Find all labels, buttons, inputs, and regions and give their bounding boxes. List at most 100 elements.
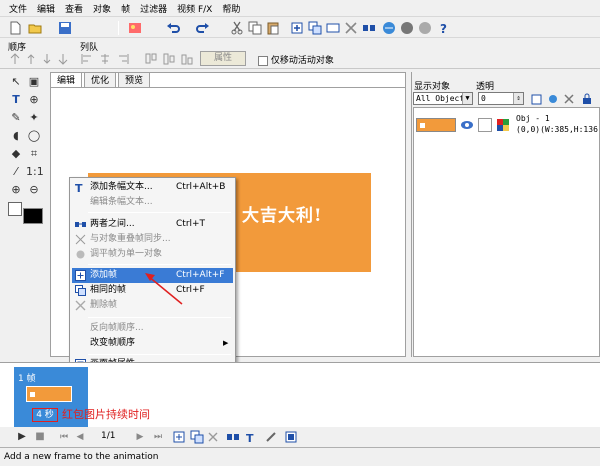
rotate-tool-icon[interactable]: ⊕: [26, 92, 42, 108]
menu-item-edit-banner-text[interactable]: 编辑条幅文本...: [72, 195, 233, 210]
object-properties-icon[interactable]: [546, 92, 560, 106]
paste-icon[interactable]: [266, 21, 280, 35]
menu-video-fx[interactable]: 视频 F/X: [172, 2, 217, 15]
tween-timeline-icon[interactable]: [226, 430, 240, 444]
object-filter-select[interactable]: All Object: ▼: [413, 92, 473, 105]
spin-icon[interactable]: ⇕: [513, 93, 523, 104]
align-bottom-icon[interactable]: [180, 52, 194, 66]
align-left-icon[interactable]: [80, 52, 94, 66]
playback-bar: ▶ ■ ⏮ ◀ 1/1 ▶ ⏭ T: [0, 427, 600, 447]
align-middle-icon[interactable]: [162, 52, 176, 66]
undo-icon[interactable]: [166, 21, 180, 35]
duplicate-frame-toolbar-icon[interactable]: [308, 21, 322, 35]
menu-file[interactable]: 文件: [4, 2, 32, 15]
wizard-icon[interactable]: [418, 21, 432, 35]
status-bar: Add a new frame to the animation: [0, 447, 600, 466]
text-tool-icon[interactable]: T: [8, 92, 24, 108]
play-icon[interactable]: ▶: [14, 429, 30, 445]
crop-select-icon[interactable]: ▣: [26, 74, 42, 90]
thumb-icon: [420, 123, 425, 128]
menu-help[interactable]: 帮助: [217, 2, 245, 15]
insert-image-icon[interactable]: [128, 21, 142, 35]
zoom-out-icon[interactable]: ⊖: [26, 182, 42, 198]
object-color-icon[interactable]: [496, 118, 510, 132]
select-arrow-icon[interactable]: ↖: [8, 74, 24, 90]
bring-forward-icon[interactable]: [24, 52, 38, 66]
menu-item-flatten[interactable]: 调平帧为单一对象: [72, 247, 233, 262]
object-thumbnail[interactable]: [416, 118, 456, 132]
menu-item-add-banner-text[interactable]: T 添加条幅文本... Ctrl+Alt+B: [72, 180, 233, 195]
prev-frame-icon[interactable]: ◀: [72, 429, 88, 445]
transparency-input[interactable]: 0 ⇕: [478, 92, 524, 105]
menu-item-tween[interactable]: 两者之间... Ctrl+T: [72, 217, 233, 232]
add-frame-timeline-icon[interactable]: [172, 430, 186, 444]
delete-frame-toolbar-icon[interactable]: [344, 21, 358, 35]
preview-browser-icon[interactable]: [382, 21, 396, 35]
align-center-icon[interactable]: [98, 52, 112, 66]
lasso-tool-icon[interactable]: ◯: [26, 128, 42, 144]
frame-duration[interactable]: 4 秒: [32, 408, 58, 422]
cut-icon[interactable]: [230, 21, 244, 35]
send-back-icon[interactable]: [56, 52, 70, 66]
actual-size-icon[interactable]: 1:1: [26, 164, 44, 180]
menu-frame[interactable]: 帧: [116, 2, 135, 15]
move-only-checkbox[interactable]: 仅移动活动对象: [258, 53, 334, 66]
fill-bucket-icon[interactable]: ◆: [8, 146, 24, 162]
optimize-icon[interactable]: [400, 21, 414, 35]
properties-button[interactable]: 属性: [200, 51, 246, 66]
bring-front-icon[interactable]: [8, 52, 22, 66]
eraser-tool-icon[interactable]: ◖: [8, 128, 24, 144]
banner-text-timeline-icon[interactable]: T: [244, 430, 258, 444]
tab-edit[interactable]: 编辑: [50, 72, 83, 88]
menu-item-change-frame-order[interactable]: 改变帧顺序 ▶: [72, 336, 233, 351]
redo-icon[interactable]: [196, 21, 210, 35]
duplicate-frame-timeline-icon[interactable]: [190, 430, 204, 444]
duplicate-frame-icon: [75, 285, 86, 296]
background-color-swatch[interactable]: [8, 202, 22, 216]
svg-text:T: T: [246, 432, 254, 444]
align-top-icon[interactable]: [144, 52, 158, 66]
send-backward-icon[interactable]: [40, 52, 54, 66]
menu-bar: 文件 编辑 查看 对象 帧 过滤器 视频 F/X 帮助: [0, 0, 600, 17]
tween-icon: [75, 222, 86, 227]
frame-properties-timeline-icon[interactable]: [284, 430, 298, 444]
first-frame-icon[interactable]: ⏮: [56, 429, 72, 445]
tools-icon[interactable]: [264, 430, 278, 444]
menu-filters[interactable]: 过滤器: [135, 2, 172, 15]
brush-tool-icon[interactable]: ✎: [8, 110, 24, 126]
tab-optimize[interactable]: 优化: [84, 72, 117, 88]
tab-preview[interactable]: 预览: [118, 72, 151, 88]
frame-thumbnail[interactable]: [26, 386, 72, 402]
copy-icon[interactable]: [248, 21, 262, 35]
foreground-color-swatch[interactable]: [23, 208, 43, 224]
frame-sync-icon[interactable]: [326, 21, 340, 35]
menu-object[interactable]: 对象: [88, 2, 116, 15]
delete-object-icon[interactable]: [562, 92, 576, 106]
save-icon[interactable]: [58, 21, 72, 35]
menu-item-reverse-frames[interactable]: 反向帧顺序...: [72, 321, 233, 336]
stop-icon[interactable]: ■: [32, 429, 48, 445]
object-lock-box[interactable]: [478, 118, 492, 132]
align-right-icon[interactable]: [116, 52, 130, 66]
menu-item-sync-frames[interactable]: 与对象重叠帧同步...: [72, 232, 233, 247]
move-only-checkbox-box[interactable]: [258, 55, 268, 66]
add-frame-toolbar-icon[interactable]: [290, 21, 304, 35]
move-only-label: 仅移动活动对象: [270, 56, 334, 66]
last-frame-icon[interactable]: ⏭: [150, 429, 166, 445]
menu-view[interactable]: 查看: [60, 2, 88, 15]
delete-frame-timeline-icon[interactable]: [206, 430, 220, 444]
new-object-icon[interactable]: [530, 92, 544, 106]
visibility-eye-icon[interactable]: [460, 118, 474, 132]
open-folder-icon[interactable]: [28, 21, 42, 35]
magic-wand-icon[interactable]: ✦: [26, 110, 42, 126]
menu-edit[interactable]: 编辑: [32, 2, 60, 15]
object-lock-icon[interactable]: [580, 92, 594, 106]
context-help-icon[interactable]: ?: [438, 21, 452, 35]
eyedropper-icon[interactable]: ⁄: [8, 164, 24, 180]
next-frame-icon[interactable]: ▶: [132, 429, 148, 445]
zoom-in-icon[interactable]: ⊕: [8, 182, 24, 198]
menu-separator: [88, 354, 231, 355]
crop-tool-icon[interactable]: ⌗: [26, 146, 42, 162]
tween-toolbar-icon[interactable]: [362, 21, 376, 35]
new-file-icon[interactable]: [8, 21, 22, 35]
